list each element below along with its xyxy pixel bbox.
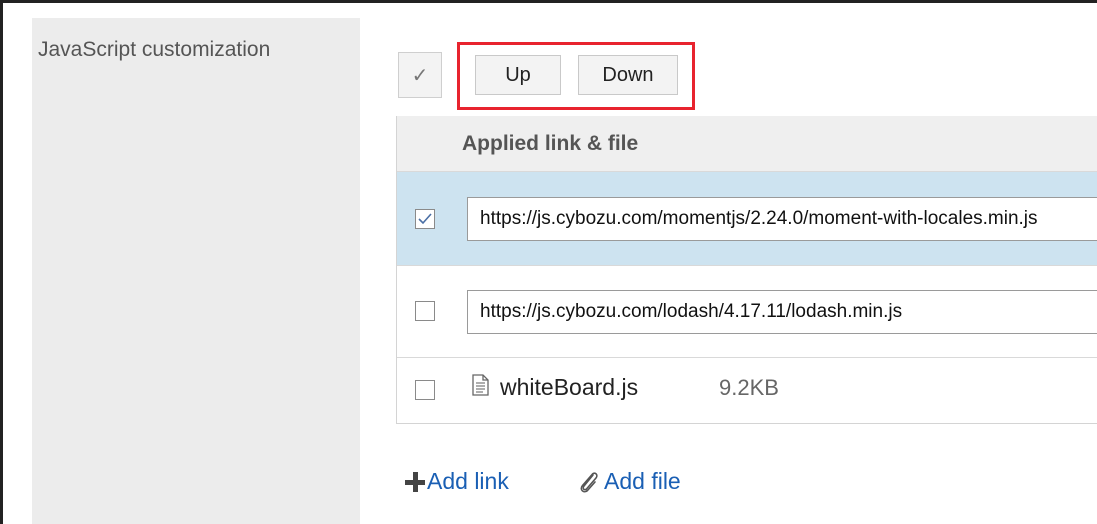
add-link-label[interactable]: Add link [427,468,509,495]
down-button[interactable]: Down [578,55,678,95]
paperclip-icon [580,471,598,493]
row-checkbox[interactable] [415,301,435,321]
table-header: Applied link & file [397,116,1097,172]
up-button[interactable]: Up [475,55,561,95]
table-row[interactable]: https://js.cybozu.com/lodash/4.17.11/lod… [397,266,1097,358]
section-label: JavaScript customization [38,38,271,61]
table-header-label: Applied link & file [462,132,639,155]
checkmark-icon [418,213,432,225]
link-url-input[interactable]: https://js.cybozu.com/momentjs/2.24.0/mo… [467,197,1097,241]
link-url-input[interactable]: https://js.cybozu.com/lodash/4.17.11/lod… [467,290,1097,334]
table-row[interactable]: whiteBoard.js 9.2KB [397,358,1097,423]
file-size: 9.2KB [719,375,779,400]
label-column [32,18,360,524]
row-checkbox[interactable] [415,380,435,400]
add-file-button[interactable]: Add file [576,468,681,495]
file-name[interactable]: whiteBoard.js [500,374,638,401]
check-icon: ✓ [411,64,429,87]
add-file-label[interactable]: Add file [604,468,681,495]
applied-files-table: Applied link & file https://js.cybozu.co… [396,116,1097,424]
file-icon [472,374,489,396]
add-link-button[interactable]: Add link [405,468,509,495]
row-checkbox[interactable] [415,209,435,229]
select-all-button[interactable]: ✓ [398,52,442,98]
table-row[interactable]: https://js.cybozu.com/momentjs/2.24.0/mo… [397,172,1097,266]
plus-icon [405,471,425,492]
